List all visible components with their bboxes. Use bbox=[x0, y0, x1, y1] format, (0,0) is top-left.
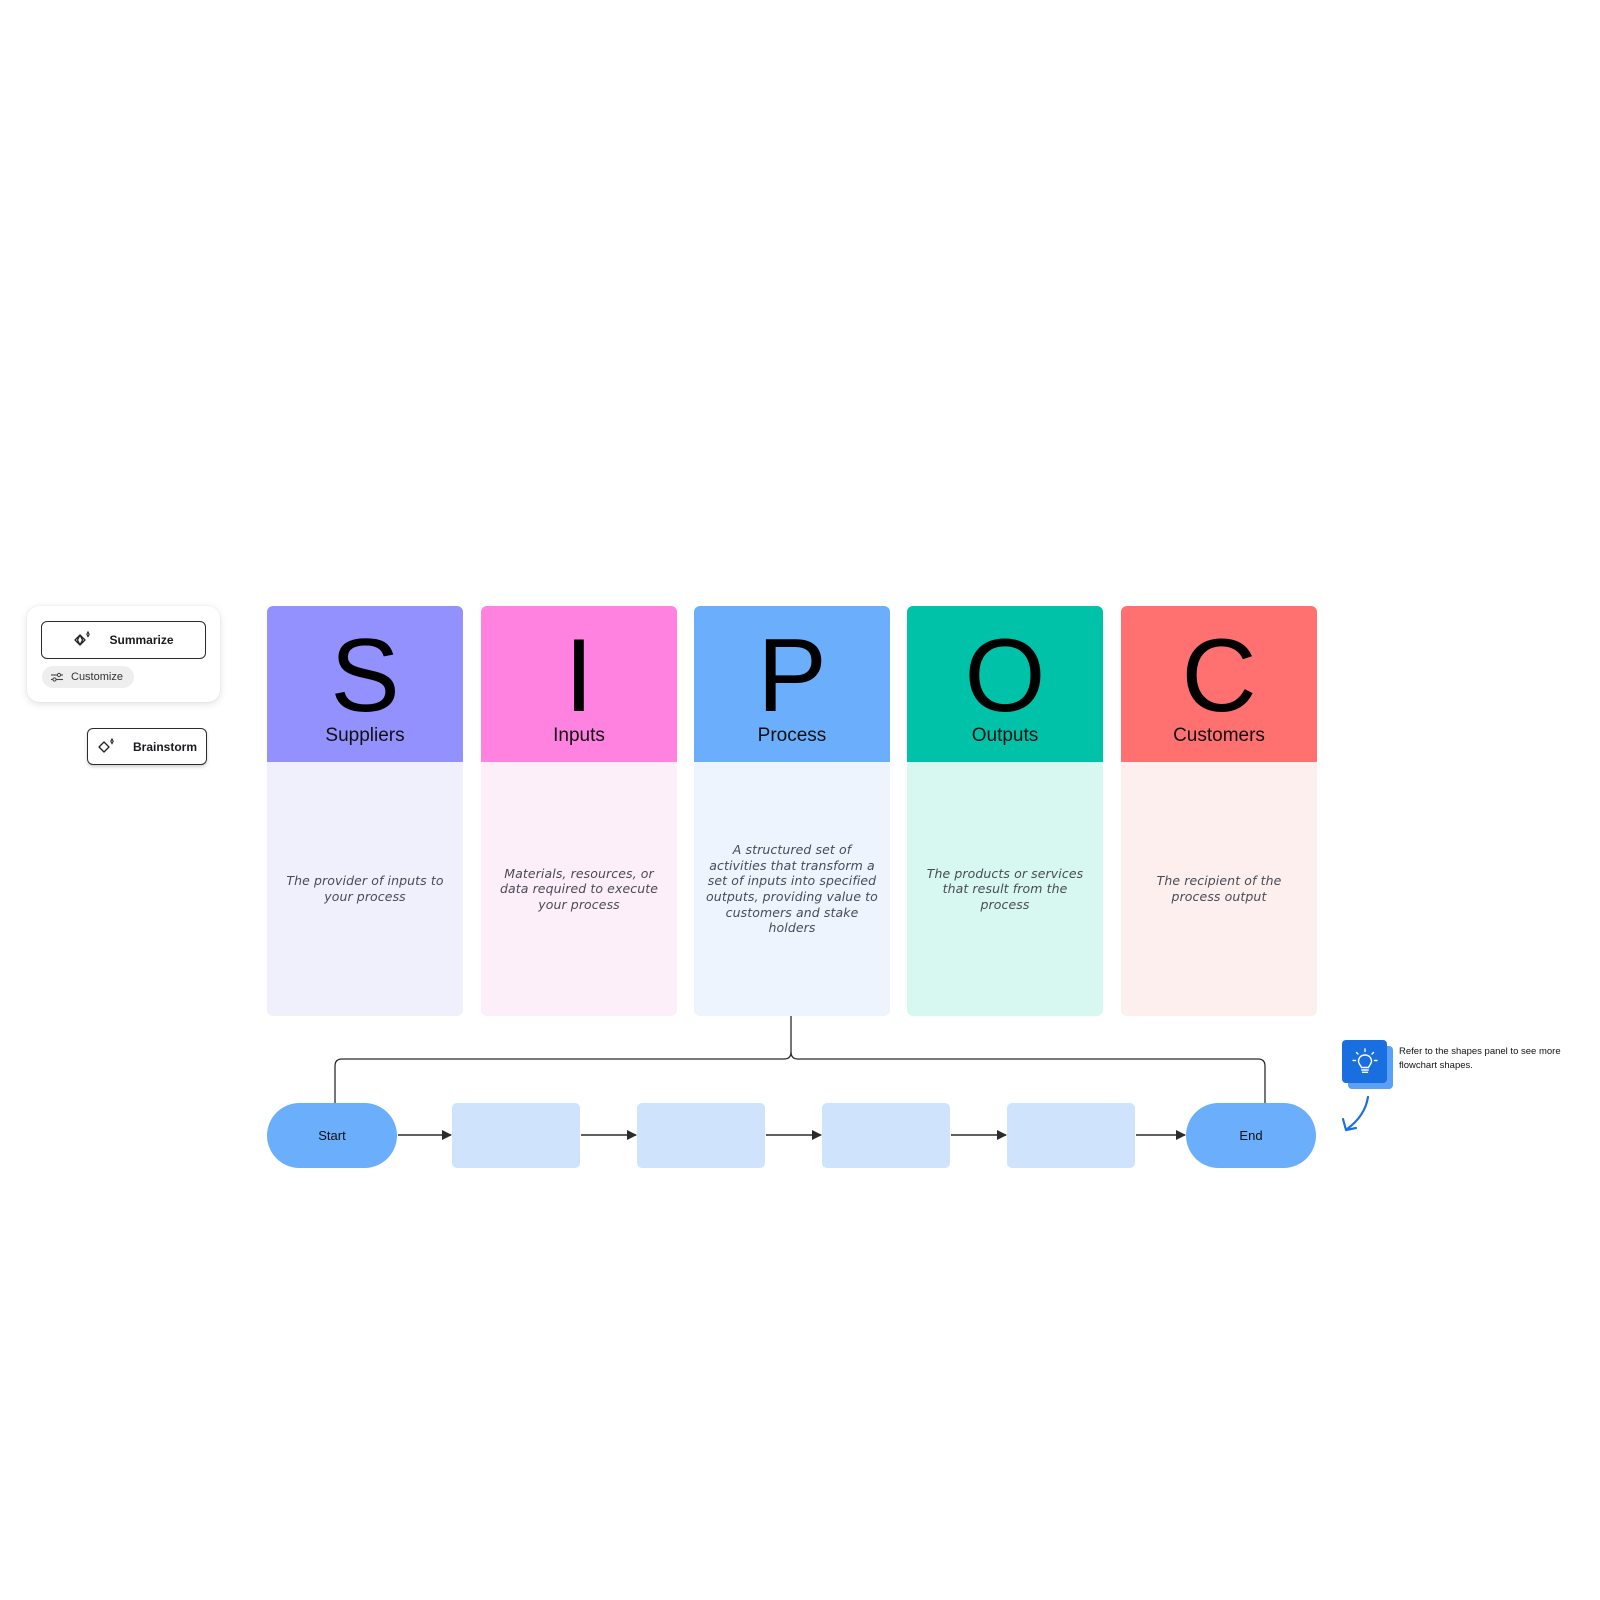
start-label: Start bbox=[318, 1128, 346, 1143]
process-step[interactable] bbox=[822, 1103, 950, 1168]
end-label: End bbox=[1239, 1128, 1263, 1143]
tip-arrow bbox=[1345, 1095, 1370, 1131]
process-step[interactable] bbox=[452, 1103, 580, 1168]
process-step[interactable] bbox=[637, 1103, 765, 1168]
start-terminal[interactable]: Start bbox=[267, 1103, 397, 1168]
tip-text: Refer to the shapes panel to see more fl… bbox=[1399, 1046, 1561, 1071]
branch-connector bbox=[790, 1051, 1266, 1103]
flow-connectors bbox=[334, 1016, 1370, 1140]
process-step[interactable] bbox=[1007, 1103, 1135, 1168]
branch-connector bbox=[334, 1016, 792, 1103]
end-terminal[interactable]: End bbox=[1186, 1103, 1316, 1168]
lightbulb-icon bbox=[1342, 1040, 1387, 1083]
